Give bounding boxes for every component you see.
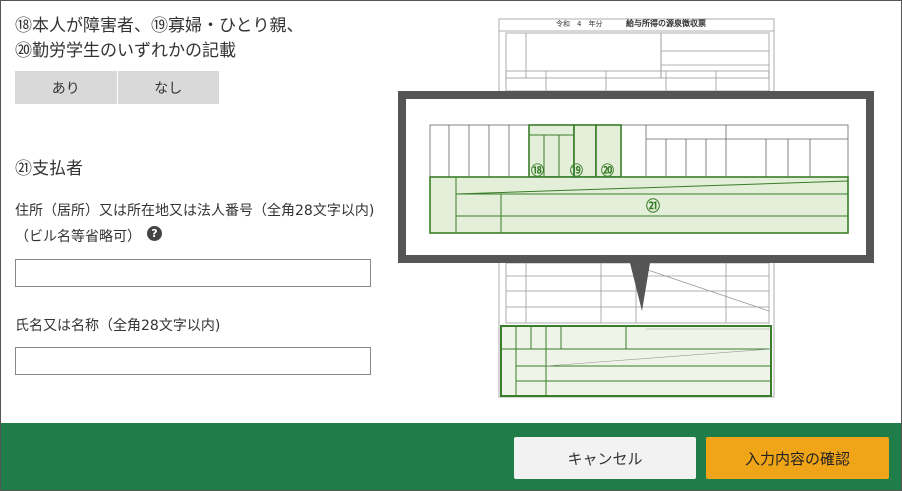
- name-input[interactable]: [15, 347, 371, 375]
- slip-header-year: 令和 4 年分: [556, 19, 602, 28]
- callout-21: ㉑: [646, 198, 660, 215]
- section18-title-line2: ⑳勤労学生のいずれかの記載: [15, 41, 236, 61]
- disability-toggle[interactable]: あり なし: [15, 71, 219, 104]
- callout-19: ⑲: [570, 163, 583, 179]
- slip-header-title: 給与所得の源泉徴収票: [626, 18, 706, 28]
- callout-20: ⑳: [601, 163, 614, 179]
- callout-18: ⑱: [531, 163, 544, 179]
- cancel-button[interactable]: キャンセル: [514, 437, 696, 479]
- dialog: ⑱本人が障害者、⑲寡婦・ひとり親、 ⑳勤労学生のいずれかの記載 あり なし ㉑支…: [0, 0, 902, 491]
- section18-title-line1: ⑱本人が障害者、⑲寡婦・ひとり親、: [15, 16, 304, 36]
- address-label: 住所（居所）又は所在地又は法人番号（全角28文字以内): [15, 203, 375, 219]
- help-icon[interactable]: ?: [147, 226, 162, 241]
- confirm-input-button[interactable]: 入力内容の確認: [706, 437, 889, 479]
- withholding-slip-illustration: 令和 4 年分 給与所得の源泉徴収票 ⑱ ⑲ ⑳ ㉑: [398, 18, 874, 398]
- section21-title: ㉑支払者: [15, 159, 83, 179]
- address-label-note: （ビル名等省略可）: [15, 229, 141, 245]
- option-yes-button[interactable]: あり: [15, 71, 117, 104]
- address-input[interactable]: [15, 259, 371, 287]
- option-no-button[interactable]: なし: [116, 71, 219, 104]
- name-label: 氏名又は名称（全角28文字以内): [15, 318, 221, 334]
